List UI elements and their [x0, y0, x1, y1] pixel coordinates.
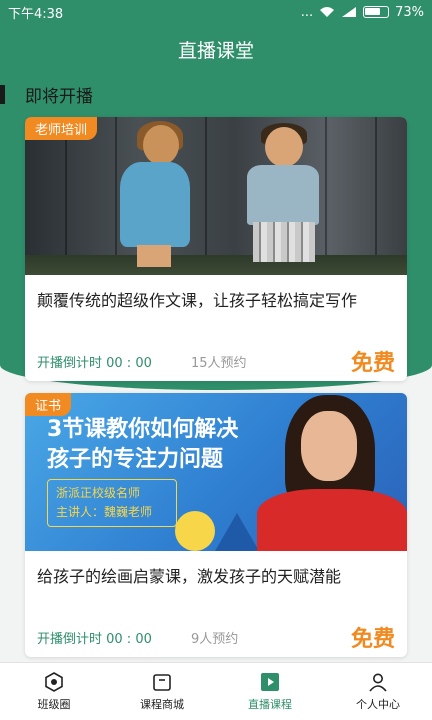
- course-card[interactable]: 老师培训 颠覆传统的超级作文课，让孩子轻松搞定写作 开播倒计时 00 : 00 …: [25, 117, 407, 381]
- battery-icon: [363, 6, 390, 18]
- course-tag: 证书: [25, 393, 72, 416]
- course-cover-image[interactable]: 老师培训: [25, 117, 407, 275]
- section-title: 即将开播: [25, 87, 93, 107]
- tab-class-circle[interactable]: 班级圈: [0, 663, 108, 720]
- course-title[interactable]: 给孩子的绘画启蒙课，激发孩子的天赋潜能: [25, 551, 407, 617]
- course-title[interactable]: 颠覆传统的超级作文课，让孩子轻松搞定写作: [25, 275, 407, 341]
- countdown-label: 开播倒计时 00 : 00: [37, 631, 152, 647]
- tab-live-course[interactable]: 直播课程: [216, 663, 324, 720]
- wifi-icon: [320, 7, 335, 17]
- tab-label: 个人中心: [356, 697, 400, 711]
- banner-teacher-title: 浙派正校级名师: [56, 486, 141, 500]
- tab-profile[interactable]: 个人中心: [324, 663, 432, 720]
- banner-headline-2: 孩子的专注力问题: [47, 447, 224, 472]
- status-bar: 下午4:38 ... 73%: [0, 0, 432, 24]
- tab-label: 直播课程: [248, 697, 292, 711]
- more-dots-icon: ...: [300, 4, 314, 20]
- booked-count: 15人预约: [191, 355, 247, 371]
- section-marker: [0, 85, 5, 104]
- banner-teacher-name: 主讲人：魏巍老师: [56, 505, 153, 519]
- price-label: 免费: [350, 351, 395, 376]
- tab-label: 班级圈: [37, 697, 71, 711]
- signal-icon: [342, 7, 357, 17]
- page-title: 直播课堂: [177, 40, 254, 62]
- live-course-icon: [261, 672, 279, 691]
- profile-icon: [369, 673, 387, 692]
- status-icons: ... 73%: [301, 5, 424, 20]
- course-meta: 开播倒计时 00 : 00 15人预约 免费: [25, 341, 407, 381]
- course-cover-image[interactable]: 证书 3节课教你如何解决 孩子的专注力问题 浙派正校级名师 主讲人：魏巍老师: [25, 393, 407, 551]
- section-header: 即将开播: [0, 82, 93, 107]
- bottom-tab-bar: 班级圈 课程商城 直播课程 个人中心: [0, 662, 432, 720]
- banner-teacher-box: 浙派正校级名师 主讲人：魏巍老师: [47, 479, 177, 527]
- class-circle-icon: [45, 671, 63, 692]
- course-meta: 开播倒计时 00 : 00 9人预约 免费: [25, 617, 407, 657]
- tab-label: 课程商城: [140, 697, 184, 711]
- banner-headline-1: 3节课教你如何解决: [47, 417, 239, 442]
- price-label: 免费: [350, 627, 395, 652]
- course-mall-icon: [153, 673, 171, 691]
- status-time: 下午4:38: [8, 6, 64, 22]
- booked-count: 9人预约: [191, 631, 239, 647]
- countdown-label: 开播倒计时 00 : 00: [37, 355, 152, 371]
- course-card[interactable]: 证书 3节课教你如何解决 孩子的专注力问题 浙派正校级名师 主讲人：魏巍老师 给…: [25, 393, 407, 657]
- tab-course-mall[interactable]: 课程商城: [108, 663, 216, 720]
- course-tag: 老师培训: [25, 117, 98, 140]
- battery-percent: 73%: [395, 4, 424, 20]
